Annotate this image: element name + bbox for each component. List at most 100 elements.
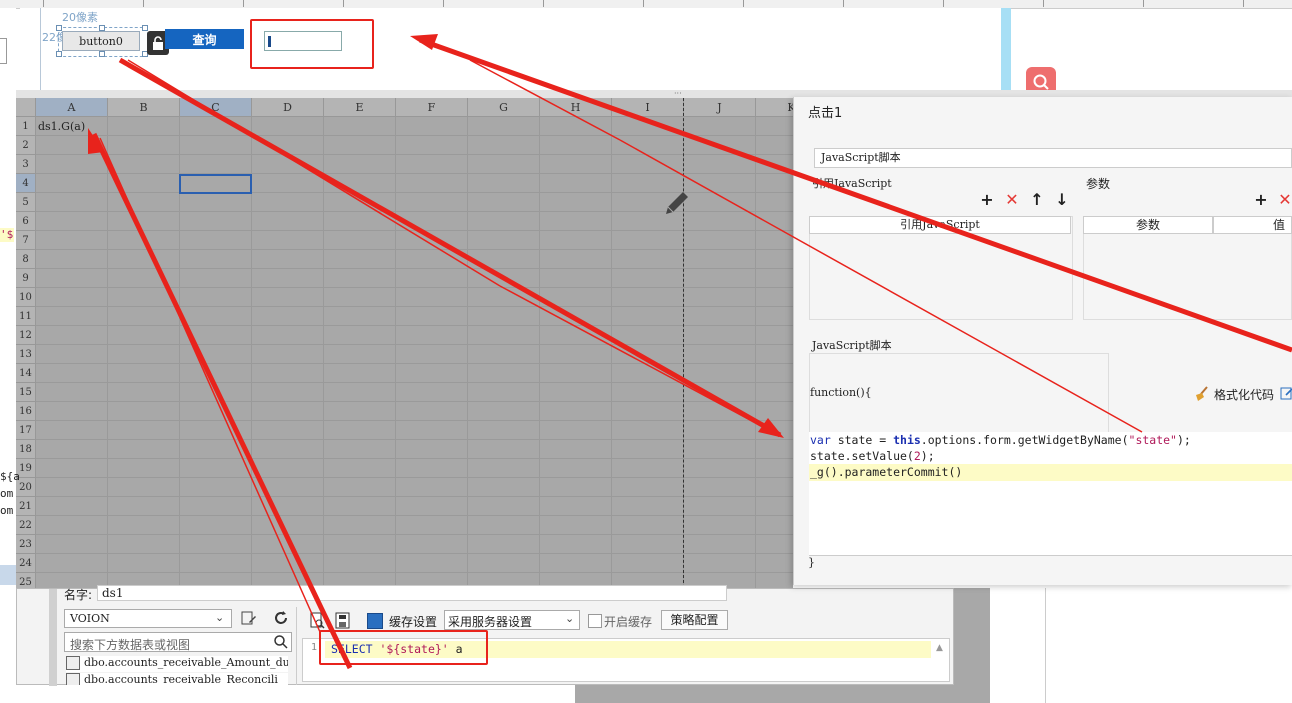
row-header[interactable]: 24 [16, 554, 36, 573]
row-header[interactable]: 9 [16, 269, 36, 288]
cache-option-value: 采用服务器设置 [448, 615, 533, 629]
column-header[interactable]: K [756, 98, 793, 117]
row-header[interactable]: 18 [16, 440, 36, 459]
row-header[interactable]: 14 [16, 364, 36, 383]
refresh-icon[interactable] [272, 609, 294, 629]
row-header[interactable]: 7 [16, 231, 36, 250]
row-header[interactable]: 17 [16, 421, 36, 440]
table-list-item[interactable]: dbo.accounts_receivable_Reconcili [66, 673, 288, 685]
edit-connection-icon[interactable] [240, 609, 262, 629]
query-button[interactable]: 查询 [165, 29, 244, 49]
row-header[interactable]: 11 [16, 307, 36, 326]
dataset-name-input[interactable]: ds1 [97, 585, 727, 601]
row-header[interactable]: 23 [16, 535, 36, 554]
down-icon[interactable]: ↓ [1054, 190, 1070, 209]
grid-line [36, 496, 793, 497]
grid-line [467, 117, 468, 588]
selected-cell-c4[interactable] [179, 174, 252, 194]
strategy-config-button[interactable]: 策略配置 [661, 610, 728, 630]
dropdown-icon[interactable]: ⌄ [215, 611, 224, 624]
broom-icon [1193, 385, 1211, 406]
add-icon[interactable]: + [979, 190, 995, 209]
row-header[interactable]: 13 [16, 345, 36, 364]
column-header[interactable]: J [684, 98, 756, 117]
ruler-tick [43, 0, 44, 7]
cache-checkbox[interactable] [367, 613, 383, 629]
row-header[interactable]: 4 [16, 174, 36, 193]
code-text: .options.form.getWidgetByName( [920, 433, 1129, 447]
enable-cache-checkbox[interactable] [588, 614, 602, 628]
column-header[interactable]: C [180, 98, 252, 117]
row-header[interactable]: 1 [16, 117, 36, 136]
connection-select[interactable]: VOION ⌄ [64, 609, 232, 628]
resize-handle[interactable] [142, 25, 148, 31]
row-header[interactable]: 22 [16, 516, 36, 535]
code-text: _g().parameterCommit() [810, 465, 963, 479]
column-header[interactable]: B [108, 98, 180, 117]
script-type-select[interactable]: JavaScript脚本 [814, 148, 1292, 168]
add-param-icon[interactable]: + [1253, 190, 1269, 209]
row-header[interactable]: 5 [16, 193, 36, 212]
cache-option-select[interactable]: 采用服务器设置 ⌄ [444, 610, 580, 630]
grid-line [36, 439, 793, 440]
column-header[interactable]: F [396, 98, 468, 117]
cell-a1[interactable]: ds1.G(a) [38, 120, 85, 133]
column-header[interactable]: D [252, 98, 324, 117]
grid-line [36, 230, 793, 231]
format-code-button[interactable]: 格式化代码 [1214, 386, 1274, 403]
left-blue-tab[interactable] [0, 565, 16, 585]
grid-line [36, 401, 793, 402]
resize-handle[interactable] [56, 51, 62, 57]
table-search-input[interactable]: 搜索下方数据表或视图 [64, 632, 292, 652]
row-header[interactable]: 16 [16, 402, 36, 421]
callout-box-input [250, 19, 374, 69]
row-header[interactable]: 25 [16, 573, 36, 588]
search-icon[interactable] [273, 634, 289, 653]
grid-line [36, 287, 793, 288]
row-header[interactable]: 10 [16, 288, 36, 307]
ruler-tick [343, 0, 344, 7]
pencil-icon [662, 188, 692, 221]
grid-line [36, 154, 793, 155]
edit-icon[interactable] [1280, 385, 1292, 404]
left-edge-tab[interactable] [0, 38, 7, 64]
enable-cache-label: 开启缓存 [604, 615, 653, 629]
resize-handle[interactable] [99, 51, 105, 57]
row-header[interactable]: 15 [16, 383, 36, 402]
grid-line [36, 382, 793, 383]
search-placeholder: 搜索下方数据表或视图 [70, 638, 191, 652]
ref-js-header: 引用JavaScript [809, 216, 1071, 234]
grid-line [36, 325, 793, 326]
left-edge-panel [0, 8, 16, 703]
code-text: ); [1176, 433, 1191, 447]
column-header[interactable]: G [468, 98, 540, 117]
background-divider [1045, 588, 1056, 703]
delete-icon[interactable]: ✕ [1004, 190, 1020, 209]
button0-widget[interactable]: button0 [62, 31, 140, 51]
table-list-item[interactable]: dbo.accounts_receivable_Amount_du [66, 656, 288, 672]
script-section-label: JavaScript脚本 [812, 339, 892, 352]
row-header[interactable]: 2 [16, 136, 36, 155]
sheet-corner[interactable] [16, 98, 36, 117]
grid-line [36, 477, 793, 478]
ruler-tick [1043, 0, 1044, 7]
row-header[interactable]: 12 [16, 326, 36, 345]
column-header[interactable]: I [612, 98, 684, 117]
divider [296, 607, 297, 685]
up-icon[interactable]: ↑ [1029, 190, 1045, 209]
column-header[interactable]: H [540, 98, 612, 117]
row-header[interactable]: 3 [16, 155, 36, 174]
row-header[interactable]: 21 [16, 497, 36, 516]
canvas-right-border[interactable] [1001, 8, 1011, 90]
dropdown-icon[interactable]: ⌄ [565, 612, 574, 625]
row-header[interactable]: 6 [16, 212, 36, 231]
delete-param-icon[interactable]: ✕ [1277, 190, 1292, 209]
function-open: function(){ [810, 386, 872, 399]
column-header[interactable]: A [36, 98, 108, 117]
clipped-text: '$ [0, 228, 14, 242]
name-label: 名字: [64, 588, 93, 602]
scroll-up-arrow[interactable]: ▲ [936, 643, 943, 653]
report-spreadsheet[interactable]: A B C D E F G H I J K 1 2 3 4 5 6 7 8 9 10 11 12 13 14 15 16 17 18 19… [16, 98, 793, 588]
column-header[interactable]: E [324, 98, 396, 117]
row-header[interactable]: 8 [16, 250, 36, 269]
